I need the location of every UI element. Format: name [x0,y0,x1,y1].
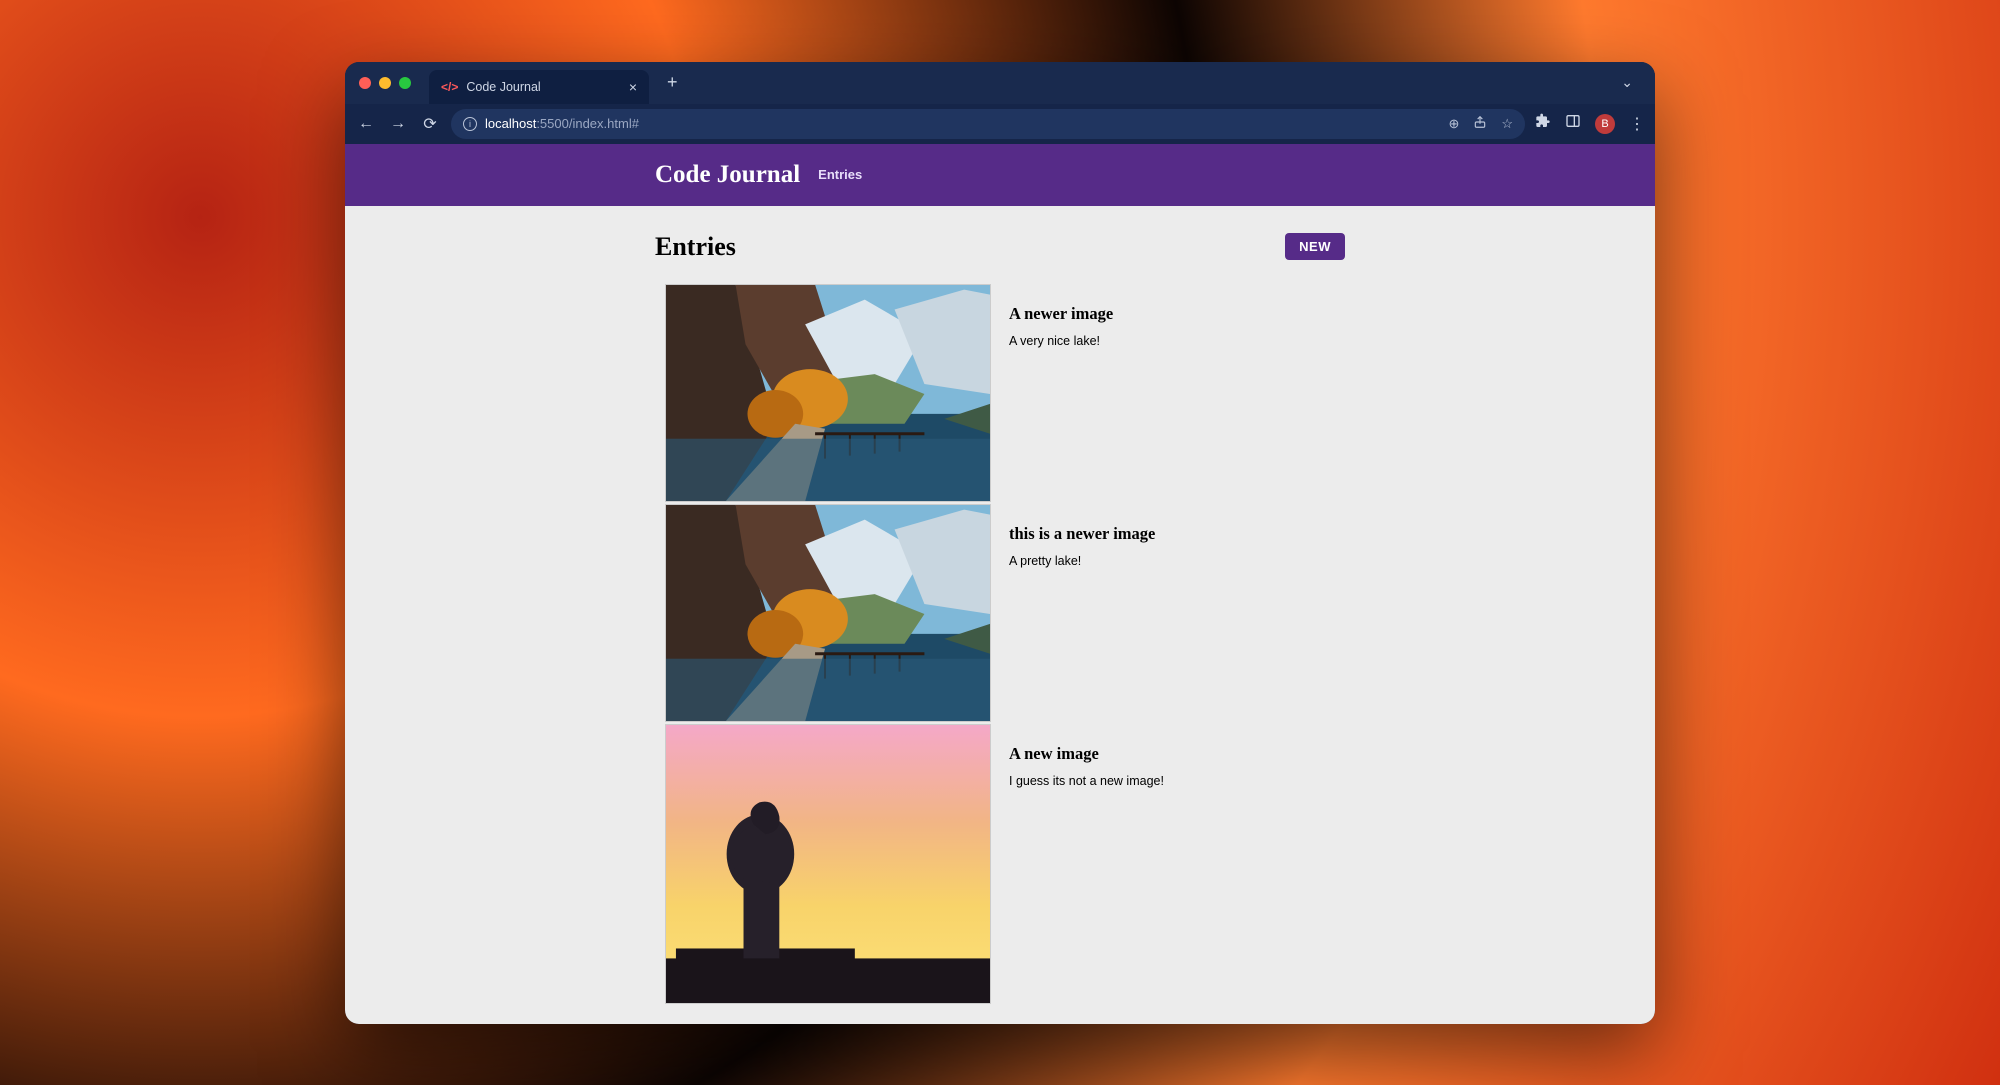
maximize-window-icon[interactable] [399,77,411,89]
url-host: localhost [485,116,536,131]
address-bar[interactable]: i localhost:5500/index.html# ⊕ ☆ [451,109,1525,139]
extensions-icon[interactable] [1535,113,1551,134]
toolbar-right: B ⋮ [1535,113,1645,134]
entry-row: A new image I guess its not a new image! [665,724,1345,1004]
page-content: Entries NEW A newer image A very nice lak… [655,206,1345,1004]
profile-avatar[interactable]: B [1595,114,1615,134]
new-entry-button[interactable]: NEW [1285,233,1345,260]
reload-button[interactable]: ⟳ [419,114,441,134]
entry-row: A newer image A very nice lake! [665,284,1345,502]
tabs-dropdown-icon[interactable]: ⌄ [1613,74,1641,91]
url-path: :5500/index.html# [536,116,639,131]
entries-list: A newer image A very nice lake! this is a … [655,284,1345,1004]
browser-toolbar: ← → ⟳ i localhost:5500/index.html# ⊕ ☆ [345,104,1655,144]
close-tab-icon[interactable]: × [629,79,637,95]
entry-meta: this is a newer image A pretty lake! [1009,504,1155,568]
minimize-window-icon[interactable] [379,77,391,89]
entry-row: this is a newer image A pretty lake! [665,504,1345,722]
tab-title: Code Journal [466,80,540,94]
share-icon[interactable] [1473,115,1487,132]
entry-thumbnail [665,724,991,1004]
menu-icon[interactable]: ⋮ [1629,114,1645,134]
zoom-icon[interactable]: ⊕ [1448,116,1459,132]
page-title: Entries [655,232,736,262]
forward-button[interactable]: → [387,115,409,133]
nav-entries-link[interactable]: Entries [818,167,862,182]
site-info-icon[interactable]: i [463,117,477,131]
browser-tab[interactable]: </> Code Journal × [429,70,649,104]
entry-title: A new image [1009,744,1164,764]
bookmark-icon[interactable]: ☆ [1501,116,1513,132]
entry-description: A very nice lake! [1009,334,1113,348]
entry-title: this is a newer image [1009,524,1155,544]
page-viewport[interactable]: Code Journal Entries Entries NEW A newer… [345,144,1655,1024]
app-header: Code Journal Entries [345,144,1655,206]
entry-thumbnail [665,284,991,502]
entry-description: A pretty lake! [1009,554,1155,568]
close-window-icon[interactable] [359,77,371,89]
entry-thumbnail [665,504,991,722]
tab-favicon: </> [441,80,458,94]
window-controls [359,77,411,89]
titlebar: </> Code Journal × + ⌄ [345,62,1655,104]
back-button[interactable]: ← [355,115,377,133]
browser-window: </> Code Journal × + ⌄ ← → ⟳ i localhost… [345,62,1655,1024]
entry-title: A newer image [1009,304,1113,324]
entry-meta: A newer image A very nice lake! [1009,284,1113,348]
app-brand: Code Journal [655,161,800,189]
entry-description: I guess its not a new image! [1009,774,1164,788]
new-tab-button[interactable]: + [657,72,688,93]
panel-icon[interactable] [1565,113,1581,134]
entry-meta: A new image I guess its not a new image! [1009,724,1164,788]
